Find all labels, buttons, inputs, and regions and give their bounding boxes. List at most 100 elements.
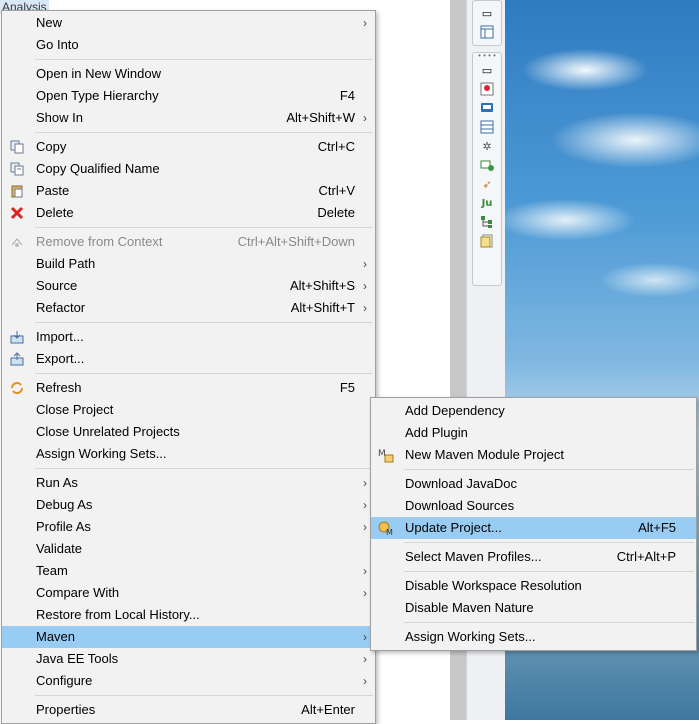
menu-item-label: Build Path [36,256,96,271]
menu-separator [35,59,373,60]
toolbar-group-views: • • • • ▭ ✲ ➶ Ju [472,52,502,286]
menu-item-update-project[interactable]: M Update Project... Alt+F5 [371,517,696,539]
submenu-arrow-icon: › [363,564,367,578]
menu-item-label: Import... [36,329,84,344]
menu-item-label: Download Sources [405,498,515,513]
menu-item-disable-workspace-resolution[interactable]: Disable Workspace Resolution [371,575,696,597]
menu-item-add-plugin[interactable]: Add Plugin [371,422,696,444]
menu-item-label: Validate [36,541,83,556]
toolbar-group-top: ▭ [472,0,502,46]
restore-icon[interactable]: ▭ [479,5,495,21]
menu-separator [404,469,694,470]
menu-item-add-dependency[interactable]: Add Dependency [371,400,696,422]
menu-item-close-unrelated-projects[interactable]: Close Unrelated Projects [2,421,375,443]
menu-item-label: Add Plugin [405,425,468,440]
menu-item-label: Update Project... [405,520,502,535]
submenu-arrow-icon: › [363,476,367,490]
menu-item-profile-as[interactable]: Profile As › [2,516,375,538]
menu-item-label: Restore from Local History... [36,607,200,622]
menu-item-configure[interactable]: Configure › [2,670,375,692]
menu-item-label: Go Into [36,37,79,52]
menu-item-refresh[interactable]: Refresh F5 [2,377,375,399]
menu-item-label: Compare With [36,585,120,600]
menu-item-run-as[interactable]: Run As › [2,472,375,494]
submenu-arrow-icon: › [363,16,367,30]
menu-item-new-maven-module-project[interactable]: M New Maven Module Project [371,444,696,466]
menu-item-label: Refactor [36,300,86,315]
menu-item-label: New [36,15,63,30]
menu-item-label: Disable Maven Nature [405,600,534,615]
menu-item-shortcut: Ctrl+Alt+P [616,549,676,564]
menu-item-export[interactable]: Export... [2,348,375,370]
menu-item-label: Show In [36,110,83,125]
menu-separator [35,373,373,374]
menu-item-open-in-new-window[interactable]: Open in New Window [2,63,375,85]
menu-item-label: Open Type Hierarchy [36,88,159,103]
layout-icon[interactable] [479,24,495,40]
menu-item-assign-working-sets[interactable]: Assign Working Sets... [371,626,696,648]
menu-separator [404,542,694,543]
debug-icon[interactable]: ✲ [479,138,495,154]
menu-item-label: Select Maven Profiles... [405,549,542,564]
menu-item-source[interactable]: Source Alt+Shift+S › [2,275,375,297]
menu-item-validate[interactable]: Validate [2,538,375,560]
menu-item-java-ee-tools[interactable]: Java EE Tools › [2,648,375,670]
menu-item-show-in[interactable]: Show In Alt+Shift+W › [2,107,375,129]
menu-item-debug-as[interactable]: Debug As › [2,494,375,516]
refresh-icon [9,380,25,396]
menu-item-go-into[interactable]: Go Into [2,34,375,56]
menu-item-label: Close Unrelated Projects [36,424,180,439]
maven-submenu: Add Dependency Add Plugin M New Maven Modul… [370,397,697,651]
submenu-arrow-icon: › [363,111,367,125]
menu-item-team[interactable]: Team › [2,560,375,582]
console-icon[interactable] [479,100,495,116]
tasks-icon[interactable] [479,233,495,249]
menu-item-label: Assign Working Sets... [36,446,167,461]
copy-qualified-name-icon [9,161,25,177]
menu-item-paste[interactable]: Paste Ctrl+V [2,180,375,202]
menu-item-refactor[interactable]: Refactor Alt+Shift+T › [2,297,375,319]
menu-item-shortcut: Ctrl+Alt+Shift+Down [237,234,355,249]
menu-item-label: Refresh [36,380,82,395]
menu-separator [404,622,694,623]
submenu-arrow-icon: › [363,301,367,315]
menu-item-remove-from-context[interactable]: Remove from Context Ctrl+Alt+Shift+Down [2,231,375,253]
menu-separator [35,695,373,696]
menu-item-download-javadoc[interactable]: Download JavaDoc [371,473,696,495]
menu-item-label: Copy [36,139,67,154]
menu-item-label: Assign Working Sets... [405,629,536,644]
menu-item-label: Profile As [36,519,91,534]
menu-item-delete[interactable]: Delete Delete [2,202,375,224]
import-icon [9,329,25,345]
menu-item-copy-qualified-name[interactable]: Copy Qualified Name [2,158,375,180]
menu-item-close-project[interactable]: Close Project [2,399,375,421]
restore-icon-2[interactable]: ▭ [479,62,495,78]
menu-item-label: Disable Workspace Resolution [405,578,582,593]
menu-separator [35,227,373,228]
menu-item-import[interactable]: Import... [2,326,375,348]
svg-text:M: M [386,528,393,536]
junit-icon[interactable]: Ju [479,195,495,211]
menu-item-build-path[interactable]: Build Path › [2,253,375,275]
menu-item-label: Run As [36,475,78,490]
menu-item-assign-working-sets[interactable]: Assign Working Sets... [2,443,375,465]
menu-item-restore-from-local-history[interactable]: Restore from Local History... [2,604,375,626]
hierarchy-icon[interactable] [479,214,495,230]
rocket-icon[interactable]: ➶ [479,176,495,192]
export-icon [9,351,25,367]
menu-item-label: Maven [36,629,76,644]
table-view-icon[interactable] [479,119,495,135]
toolbar-grip: • • • • [478,51,496,60]
person-view-icon[interactable] [479,81,495,97]
menu-item-download-sources[interactable]: Download Sources [371,495,696,517]
menu-item-open-type-hierarchy[interactable]: Open Type Hierarchy F4 [2,85,375,107]
menu-item-copy[interactable]: Copy Ctrl+C [2,136,375,158]
menu-item-select-maven-profiles[interactable]: Select Maven Profiles... Ctrl+Alt+P [371,546,696,568]
menu-item-disable-maven-nature[interactable]: Disable Maven Nature [371,597,696,619]
menu-item-properties[interactable]: Properties Alt+Enter [2,699,375,721]
menu-item-new[interactable]: New › [2,12,375,34]
add-server-icon[interactable] [479,157,495,173]
menu-item-compare-with[interactable]: Compare With › [2,582,375,604]
menu-item-maven[interactable]: Maven › [2,626,375,648]
copy-icon [9,139,25,155]
